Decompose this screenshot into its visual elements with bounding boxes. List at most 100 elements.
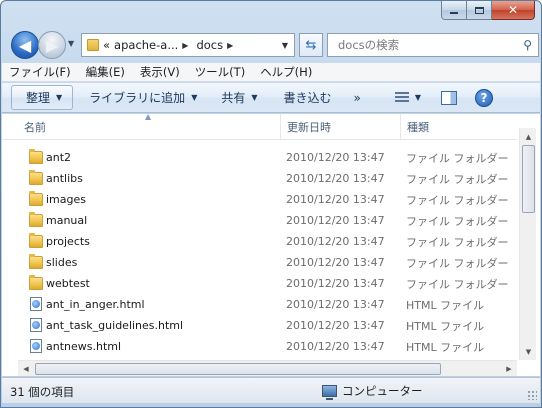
file-name: manual <box>46 214 88 227</box>
forward-button[interactable]: ▶ <box>38 31 66 59</box>
details-view-icon <box>394 92 409 103</box>
column-name[interactable]: 名前 <box>18 114 280 140</box>
horizontal-scrollbar[interactable]: ◀ ▶ <box>18 360 517 376</box>
scroll-down-button[interactable]: ▼ <box>520 343 537 360</box>
chevron-right-icon[interactable]: ▶ <box>182 41 188 50</box>
file-date: 2010/12/20 13:47 <box>286 172 385 185</box>
maximize-button[interactable] <box>467 1 492 20</box>
close-button[interactable]: ✕ <box>492 1 535 20</box>
command-bar: 整理 ▼ ライブラリに追加 ▼ 共有 ▼ 書き込む » ▼ ? <box>2 83 540 113</box>
more-commands-button[interactable]: » <box>346 85 369 111</box>
search-input[interactable] <box>338 38 518 52</box>
forward-arrow-icon: ▶ <box>45 35 59 55</box>
chevron-down-icon: ▼ <box>251 93 258 102</box>
column-date-modified[interactable]: 更新日時 <box>280 114 400 140</box>
computer-icon <box>322 385 337 400</box>
burn-button[interactable]: 書き込む <box>276 85 340 111</box>
explorer-window: ✕ ◀ ▶ ▼ « apache-a... ▶ docs ▶ ▼ ⇆ ⚲ ファイ… <box>0 0 542 408</box>
file-date: 2010/12/20 13:47 <box>286 193 385 206</box>
back-button[interactable]: ◀ <box>11 31 39 59</box>
file-row[interactable]: slides 2010/12/20 13:47 ファイル フォルダー <box>2 252 517 273</box>
file-row[interactable]: ant_in_anger.html 2010/12/20 13:47 HTML … <box>2 294 517 315</box>
organize-label: 整理 <box>26 91 51 105</box>
search-icon[interactable]: ⚲ <box>523 38 532 52</box>
breadcrumb-docs[interactable]: docs <box>196 38 223 52</box>
minimize-icon <box>450 12 458 14</box>
scroll-left-button[interactable]: ◀ <box>18 361 34 377</box>
help-button[interactable]: ? <box>467 85 501 111</box>
folder-icon <box>29 170 43 185</box>
column-headers: ▲ 名前 更新日時 種類 <box>2 112 517 140</box>
menu-tools[interactable]: ツール(T) <box>188 64 254 80</box>
recent-pages-dropdown[interactable]: ▼ <box>68 39 74 48</box>
address-bar[interactable]: « apache-a... ▶ docs ▶ ▼ <box>81 33 295 57</box>
file-date: 2010/12/20 13:47 <box>286 235 385 248</box>
preview-pane-icon <box>441 90 458 105</box>
chevron-down-icon: ▼ <box>56 93 63 102</box>
file-type: ファイル フォルダー <box>406 235 509 249</box>
file-row[interactable]: ant2 2010/12/20 13:47 ファイル フォルダー <box>2 147 517 168</box>
scroll-up-button[interactable]: ▲ <box>520 128 537 145</box>
refresh-button[interactable]: ⇆ <box>299 33 323 57</box>
file-type: ファイル フォルダー <box>406 256 509 270</box>
file-date: 2010/12/20 13:47 <box>286 214 385 227</box>
folder-icon <box>29 149 43 164</box>
breadcrumb-apache[interactable]: apache-a... <box>114 38 178 52</box>
menu-bar: ファイル(F) 編集(E) 表示(V) ツール(T) ヘルプ(H) <box>2 63 540 82</box>
chevron-down-icon[interactable]: ▼ <box>282 41 288 50</box>
file-date: 2010/12/20 13:47 <box>286 277 385 290</box>
chevron-right-icon[interactable]: ▶ <box>227 41 233 50</box>
menu-file[interactable]: ファイル(F) <box>2 64 79 80</box>
file-row[interactable]: projects 2010/12/20 13:47 ファイル フォルダー <box>2 231 517 252</box>
file-date: 2010/12/20 13:47 <box>286 256 385 269</box>
scroll-right-button[interactable]: ▶ <box>501 361 517 377</box>
file-row[interactable]: manual 2010/12/20 13:47 ファイル フォルダー <box>2 210 517 231</box>
file-name: antnews.html <box>46 340 122 353</box>
refresh-icon: ⇆ <box>305 37 317 53</box>
file-name: slides <box>46 256 78 269</box>
help-icon: ? <box>475 88 494 107</box>
horizontal-scroll-thumb[interactable] <box>35 363 441 375</box>
file-type: ファイル フォルダー <box>406 172 509 186</box>
file-row[interactable]: ant_task_guidelines.html 2010/12/20 13:4… <box>2 315 517 336</box>
vertical-scrollbar[interactable]: ▲ ▼ <box>519 128 536 360</box>
navigation-bar: ◀ ▶ ▼ « apache-a... ▶ docs ▶ ▼ ⇆ ⚲ <box>9 29 539 61</box>
preview-pane-button[interactable] <box>433 85 465 111</box>
menu-view[interactable]: 表示(V) <box>133 64 188 80</box>
file-name: webtest <box>46 277 90 290</box>
file-row[interactable]: images 2010/12/20 13:47 ファイル フォルダー <box>2 189 517 210</box>
file-type: ファイル フォルダー <box>406 214 509 228</box>
resize-grip[interactable] <box>527 390 537 400</box>
location-label: コンピューター <box>342 384 423 398</box>
file-row[interactable]: webtest 2010/12/20 13:47 ファイル フォルダー <box>2 273 517 294</box>
maximize-icon <box>474 6 484 14</box>
caption-buttons: ✕ <box>441 1 535 20</box>
address-overflow[interactable]: « <box>103 38 110 52</box>
file-date: 2010/12/20 13:47 <box>286 298 385 311</box>
change-view-button[interactable]: ▼ <box>385 85 429 111</box>
search-box: ⚲ <box>327 33 539 57</box>
menu-help[interactable]: ヘルプ(H) <box>253 64 320 80</box>
add-to-library-label: ライブラリに追加 <box>89 91 186 105</box>
share-button[interactable]: 共有 ▼ <box>213 85 265 111</box>
column-type[interactable]: 種類 <box>400 114 517 140</box>
chevron-down-icon: ▼ <box>414 93 422 102</box>
organize-button[interactable]: 整理 ▼ <box>11 85 74 110</box>
file-type: ファイル フォルダー <box>406 151 509 165</box>
more-label: » <box>353 90 361 105</box>
file-row[interactable]: antnews.html 2010/12/20 13:47 HTML ファイル <box>2 336 517 357</box>
folder-icon <box>29 212 43 227</box>
folder-icon <box>29 254 43 269</box>
add-to-library-button[interactable]: ライブラリに追加 ▼ <box>81 85 205 111</box>
minimize-button[interactable] <box>441 1 467 20</box>
menu-edit[interactable]: 編集(E) <box>79 64 133 80</box>
burn-label: 書き込む <box>283 91 332 105</box>
back-arrow-icon: ◀ <box>18 35 32 55</box>
vertical-scroll-thumb[interactable] <box>522 145 535 213</box>
folder-icon <box>87 39 99 51</box>
file-type: HTML ファイル <box>406 298 485 312</box>
file-row[interactable]: antlibs 2010/12/20 13:47 ファイル フォルダー <box>2 168 517 189</box>
file-name: antlibs <box>46 172 83 185</box>
file-type: HTML ファイル <box>406 340 485 354</box>
status-location: コンピューター <box>322 383 423 400</box>
